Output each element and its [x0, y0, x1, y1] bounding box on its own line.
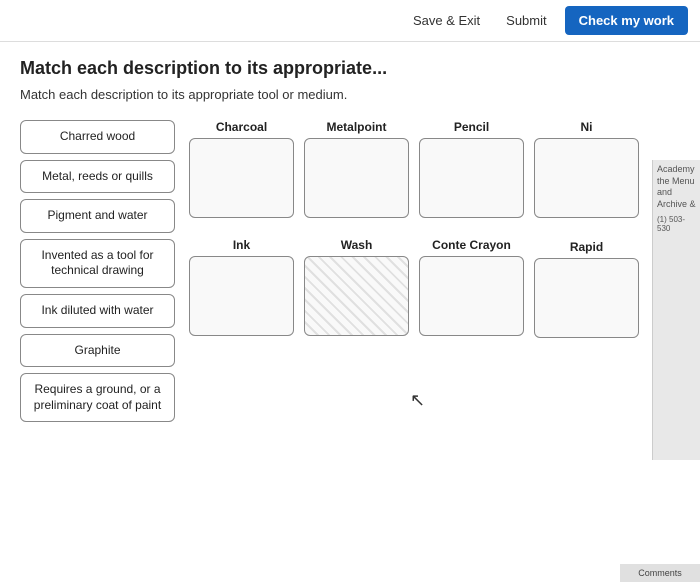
drop-zone-label-conte-crayon: Conte Crayon: [432, 238, 511, 252]
drop-zone-metalpoint[interactable]: [304, 138, 409, 218]
drop-zone-ink[interactable]: [189, 256, 294, 336]
drop-zone-label-pencil: Pencil: [454, 120, 489, 134]
side-panel-academy: Academy: [657, 164, 696, 176]
drop-zone-wrapper-metalpoint: Metalpoint: [304, 120, 409, 218]
drop-zone-label-metalpoint: Metalpoint: [327, 120, 387, 134]
side-panel-phone: (1) 503-530: [657, 215, 696, 233]
drop-zone-wrapper-conte-crayon: Conte Crayon: [419, 238, 524, 336]
drop-zone-charcoal[interactable]: [189, 138, 294, 218]
drop-zone-label-wash: Wash: [341, 238, 373, 252]
left-column: Charred wood Metal, reeds or quills Pigm…: [20, 120, 175, 422]
drop-row-2: Ink Wash Conte Crayon Rapid: [189, 238, 680, 338]
drop-zone-wrapper-pencil: Pencil: [419, 120, 524, 218]
drag-item-requires-ground[interactable]: Requires a ground, or a preliminary coat…: [20, 373, 175, 422]
drop-zone-ni[interactable]: [534, 138, 639, 218]
drop-zone-wrapper-charcoal: Charcoal: [189, 120, 294, 218]
drag-item-graphite[interactable]: Graphite: [20, 334, 175, 368]
bottom-bar: Comments: [620, 564, 700, 582]
drop-zone-label-ink: Ink: [233, 238, 250, 252]
drag-item-metal-reeds[interactable]: Metal, reeds or quills: [20, 160, 175, 194]
drop-zone-pencil[interactable]: [419, 138, 524, 218]
drop-row-1: Charcoal Metalpoint Pencil Ni: [189, 120, 680, 218]
drag-item-pigment-water[interactable]: Pigment and water: [20, 199, 175, 233]
drop-zone-wrapper-ni: Ni: [534, 120, 639, 218]
drop-zone-label-rapid: Rapid: [570, 240, 603, 254]
save-exit-button[interactable]: Save & Exit: [405, 9, 488, 32]
drop-zone-wrapper-rapid: Rapid: [534, 238, 639, 338]
side-panel-archive: and Archive &: [657, 187, 696, 210]
page-content: Match each description to its appropriat…: [0, 42, 700, 582]
question-subtitle: Match each description to its appropriat…: [20, 87, 680, 102]
right-section: Charcoal Metalpoint Pencil Ni: [189, 120, 680, 422]
top-bar: Save & Exit Submit Check my work: [0, 0, 700, 42]
side-panel: Academy the Menu and Archive & (1) 503-5…: [652, 160, 700, 460]
drag-item-ink-diluted[interactable]: Ink diluted with water: [20, 294, 175, 328]
drop-zone-label-ni: Ni: [581, 120, 593, 134]
side-panel-menu: the Menu: [657, 176, 696, 188]
main-layout: Charred wood Metal, reeds or quills Pigm…: [20, 120, 680, 422]
drop-zone-wrapper-wash: Wash: [304, 238, 409, 336]
drop-zone-label-charcoal: Charcoal: [216, 120, 267, 134]
submit-button[interactable]: Submit: [498, 9, 554, 32]
drop-zone-conte-crayon[interactable]: [419, 256, 524, 336]
check-my-work-button[interactable]: Check my work: [565, 6, 688, 35]
drag-item-invented-tool[interactable]: Invented as a tool for technical drawing: [20, 239, 175, 288]
drag-item-charred-wood[interactable]: Charred wood: [20, 120, 175, 154]
drop-zone-wrapper-ink: Ink: [189, 238, 294, 336]
drop-zone-wash[interactable]: [304, 256, 409, 336]
drop-zone-rapid[interactable]: [534, 258, 639, 338]
question-title: Match each description to its appropriat…: [20, 58, 680, 79]
